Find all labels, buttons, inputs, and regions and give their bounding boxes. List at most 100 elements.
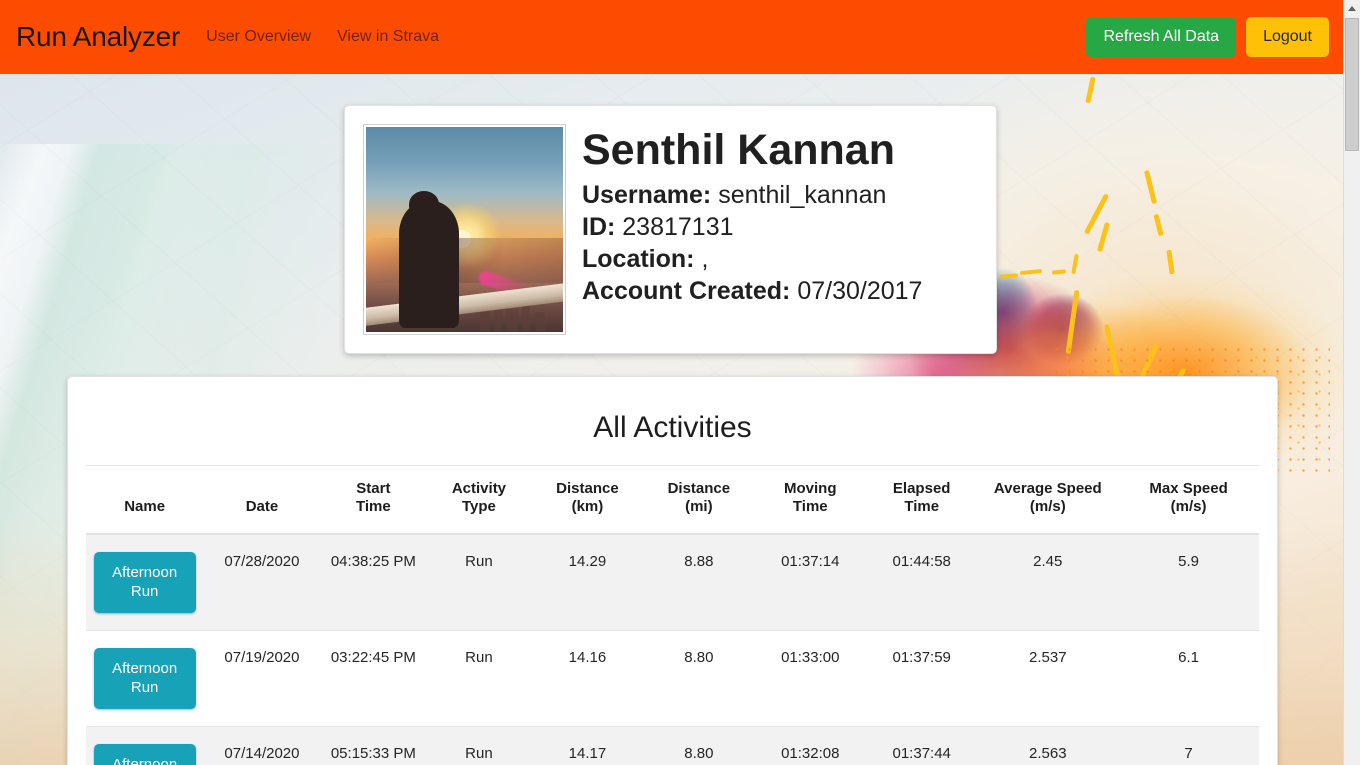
column-header-start-time-l1: Start [356,480,391,497]
cell-activity-type: Run [426,533,532,631]
profile-info: Senthil Kannan Username: senthil_kannan … [582,124,978,335]
cell-max-speed: 7 [1118,726,1259,765]
cell-start-time: 04:38:25 PM [320,533,427,631]
profile-id-line: ID: 23817131 [582,211,978,243]
cell-elapsed-time: 01:44:58 [865,533,978,631]
column-header-average-speed-l2: (m/s) [1029,498,1066,516]
table-row: Afternoon Run 07/14/202005:15:33 PMRun14.… [86,726,1259,765]
column-header-elapsed-time[interactable]: Elapsed Time [865,464,978,535]
cell-elapsed-time: 01:37:44 [865,726,978,765]
cell-date: 07/19/2020 [203,630,321,727]
avatar-building [535,311,546,332]
activity-name-button[interactable]: Afternoon Run [93,647,196,709]
table-row: Afternoon Run 07/19/2020 03:22:45 PM Run 14.… [86,630,1259,727]
activities-card: All Activities Name Date Start Time Activ… [67,376,1278,765]
cell-max-speed: 5.9 [1118,533,1259,631]
profile-created-line: Account Created: 07/30/2017 [582,275,978,307]
column-header-average-speed[interactable]: Average Speed (m/s) [977,464,1119,535]
column-header-elapsed-time-l1: Elapsed [892,480,951,497]
activities-table: Name Date Start Time Activity Type Distanc… [86,464,1259,765]
column-header-start-time-l2: Time [356,498,391,516]
avatar-person-head [409,190,439,218]
column-header-start-time[interactable]: Start Time [320,464,427,535]
profile-id-label: ID: [582,213,616,242]
column-header-activity-type-l1: Activity [451,480,507,497]
activity-name-button[interactable]: Afternoon Run [93,743,196,765]
activities-table-body: Afternoon Run 07/28/2020 04:38:25 PM Run 14.… [86,533,1259,765]
cell-average-speed: 2.537 [977,630,1119,727]
cell-start-time: 05:15:33 PM [320,726,427,765]
profile-created-value: 07/30/2017 [797,277,923,306]
scrollbar-up-arrow-icon[interactable] [1344,0,1360,17]
profile-id-value: 23817131 [622,213,734,242]
cell-name: Afternoon Run [86,630,204,727]
column-header-distance-km-l2: (km) [571,498,604,516]
cell-max-speed: 6.1 [1118,630,1259,727]
column-header-name[interactable]: Name [86,464,204,535]
cell-distance-km: 14.29 [531,533,644,631]
column-header-moving-time[interactable]: Moving Time [754,464,866,535]
activities-title: All Activities [593,411,752,444]
column-header-elapsed-time-l2: Time [904,498,940,516]
app-brand-title[interactable]: Run Analyzer [16,21,180,53]
logout-button[interactable]: Logout [1246,16,1329,58]
cell-distance-mi: 8.80 [643,726,755,765]
cell-moving-time: 01:33:00 [754,630,866,727]
avatar-person-silhouette [399,200,459,328]
column-header-average-speed-l1: Average Speed [993,480,1102,497]
profile-username-line: Username: senthil_kannan [582,179,978,211]
nav-link-user-overview[interactable]: User Overview [206,28,311,46]
cell-activity-type: Run [426,726,532,765]
cell-average-speed: 2.45 [977,533,1119,631]
table-row: Afternoon Run 07/28/2020 04:38:25 PM Run 14.… [86,533,1259,631]
column-header-moving-time-l2: Time [792,498,828,516]
scrollbar-thumb[interactable] [1345,18,1359,151]
column-header-max-speed-l2: (m/s) [1170,498,1207,516]
cell-activity-type: Run [426,630,532,727]
profile-username-value: senthil_kannan [718,181,887,210]
cell-distance-mi: 8.80 [643,630,755,727]
cell-moving-time: 01:32:08 [754,726,866,765]
cell-average-speed: 2.563 [977,726,1119,765]
profile-location-label: Location: [582,245,695,274]
activity-name-button[interactable]: Afternoon Run [93,551,196,613]
profile-name: Senthil Kannan [582,126,895,174]
page-root: Run Analyzer User Overview View in Strav… [0,0,1360,765]
page-scrollbar[interactable] [1343,0,1360,765]
profile-location-value: , [701,245,709,274]
profile-created-label: Account Created: [582,277,791,306]
column-header-distance-mi[interactable]: Distance (mi) [643,464,755,535]
cell-distance-km: 14.16 [531,630,644,727]
avatar-railing [366,281,563,328]
column-header-name-l1: Name [124,498,166,516]
cell-start-time: 03:22:45 PM [320,630,427,727]
avatar-frame [363,124,566,335]
column-header-max-speed[interactable]: Max Speed (m/s) [1118,464,1259,535]
column-header-moving-time-l1: Moving [784,480,837,497]
nav-link-view-in-strava[interactable]: View in Strava [337,28,439,46]
profile-location-line: Location: , [582,243,978,275]
profile-card: Senthil Kannan Username: senthil_kannan … [344,105,997,354]
column-header-activity-type[interactable]: Activity Type [426,464,532,535]
avatar [366,127,563,332]
column-header-date[interactable]: Date [203,464,321,535]
column-header-max-speed-l1: Max Speed [1149,480,1228,497]
cell-elapsed-time: 01:37:59 [865,630,978,727]
cell-date: 07/14/2020 [203,726,321,765]
column-header-distance-mi-l2: (mi) [685,498,713,516]
cell-moving-time: 01:37:14 [754,533,866,631]
column-header-activity-type-l2: Type [461,498,496,516]
refresh-all-data-button[interactable]: Refresh All Data [1086,16,1237,58]
column-header-date-l1: Date [245,498,279,516]
avatar-building [505,309,518,332]
cell-date: 07/28/2020 [203,533,321,631]
column-header-distance-km[interactable]: Distance (km) [531,464,644,535]
avatar-skyline [366,237,563,283]
column-header-distance-mi-l1: Distance [667,480,731,497]
cell-name: Afternoon Run [86,533,204,631]
profile-username-label: Username: [582,181,712,210]
cell-name: Afternoon Run [86,726,204,765]
cell-distance-mi: 8.88 [643,533,755,631]
navbar: Run Analyzer User Overview View in Strav… [0,0,1343,74]
cell-distance-km: 14.17 [531,726,644,765]
